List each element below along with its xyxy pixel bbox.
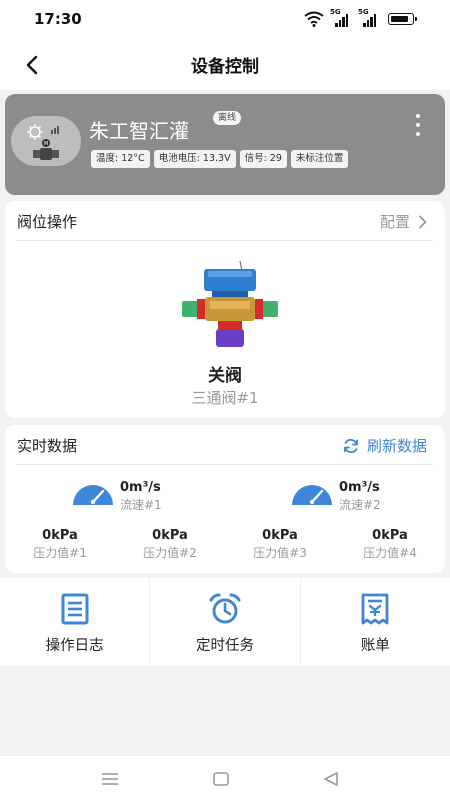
section-title: 实时数据 xyxy=(17,437,78,455)
page-title: 设备控制 xyxy=(191,57,259,77)
action-label: 定时任务 xyxy=(195,638,254,654)
valve-operation-card: 阀位操作 配置 关阀 三通阀#1 xyxy=(5,201,445,418)
chevron-right-icon xyxy=(419,215,427,228)
refresh-label: 刷新数据 xyxy=(366,437,427,455)
svg-text:M: M xyxy=(44,141,48,147)
wifi-icon xyxy=(304,11,324,27)
signal-icon: 5G xyxy=(358,8,380,27)
pressure-row: 0kPa 压力值#1 0kPa 压力值#2 0kPa 压力值#3 0kPa 压力… xyxy=(5,528,445,564)
action-label: 操作日志 xyxy=(45,638,104,654)
menu-icon[interactable] xyxy=(99,768,121,790)
pressure-value: 0kPa xyxy=(262,528,298,543)
config-button[interactable]: 配置 xyxy=(380,211,427,232)
pressure-value: 0kPa xyxy=(152,528,188,543)
valve-section-header: 阀位操作 配置 xyxy=(17,201,433,241)
temperature-tag: 温度: 12°C xyxy=(91,150,150,168)
device-icon: M xyxy=(27,124,59,160)
pressure-item: 0kPa 压力值#2 xyxy=(115,528,225,561)
status-bar: 17:30 5G 5G xyxy=(0,0,450,40)
realtime-data-card: 实时数据 刷新数据 0m³/s 流速#1 0m³/s 流速#2 0kPa 压力值… xyxy=(5,425,445,573)
system-nav-bar xyxy=(0,755,450,800)
realtime-section-header: 实时数据 刷新数据 xyxy=(17,425,433,465)
bill-button[interactable]: 账单 xyxy=(301,578,450,666)
flow-label: 流速#2 xyxy=(339,498,381,512)
scheduled-task-button[interactable]: 定时任务 xyxy=(150,578,301,666)
pressure-label: 压力值#1 xyxy=(33,546,87,560)
operation-log-button[interactable]: 操作日志 xyxy=(0,578,151,666)
back-triangle-icon[interactable] xyxy=(320,768,342,790)
gauge-icon xyxy=(73,485,113,505)
log-icon xyxy=(61,593,89,625)
flow-value: 0m³/s xyxy=(339,480,380,495)
valve-name: 三通阀#1 xyxy=(191,389,259,407)
pressure-label: 压力值#4 xyxy=(363,546,417,560)
device-avatar: M xyxy=(11,116,81,166)
nav-bar: 设备控制 xyxy=(0,40,450,90)
pressure-item: 0kPa 压力值#4 xyxy=(335,528,445,561)
pressure-label: 压力值#3 xyxy=(253,546,307,560)
valve-image[interactable] xyxy=(180,257,280,357)
flow-label: 流速#1 xyxy=(120,498,162,512)
status-icons: 5G 5G xyxy=(304,8,417,27)
pressure-value: 0kPa xyxy=(42,528,78,543)
gauge-icon xyxy=(292,485,332,505)
action-label: 账单 xyxy=(360,638,390,654)
status-time: 17:30 xyxy=(34,10,82,28)
bill-icon xyxy=(361,593,389,625)
location-tag[interactable]: 未标注位置 xyxy=(290,150,349,168)
more-options-button[interactable] xyxy=(409,112,427,138)
action-bar: 操作日志 定时任务 账单 xyxy=(0,578,450,666)
pressure-item: 0kPa 压力值#1 xyxy=(5,528,115,561)
pressure-value: 0kPa xyxy=(372,528,408,543)
refresh-icon xyxy=(344,438,358,453)
signal-tag: 信号: 29 xyxy=(239,150,287,168)
signal-icon: 5G xyxy=(330,8,352,27)
alarm-clock-icon xyxy=(209,593,241,624)
home-icon[interactable] xyxy=(210,768,232,790)
flow-value: 0m³/s xyxy=(120,480,161,495)
status-badge: 离线 xyxy=(213,111,242,125)
battery-voltage-tag: 电池电压: 13.3V xyxy=(153,150,236,168)
device-card: M 朱工智汇灌 离线 温度: 12°C 电池电压: 13.3V 信号: 29 未… xyxy=(5,94,445,195)
device-tags: 温度: 12°C 电池电压: 13.3V 信号: 29 未标注位置 xyxy=(91,150,349,168)
pressure-label: 压力值#2 xyxy=(143,546,197,560)
pressure-item: 0kPa 压力值#3 xyxy=(225,528,335,561)
config-label: 配置 xyxy=(379,213,410,231)
refresh-button[interactable]: 刷新数据 xyxy=(343,435,427,456)
section-title: 阀位操作 xyxy=(17,213,78,231)
device-name: 朱工智汇灌 xyxy=(89,119,189,143)
battery-icon xyxy=(388,13,417,25)
valve-state: 关阀 xyxy=(208,366,242,386)
